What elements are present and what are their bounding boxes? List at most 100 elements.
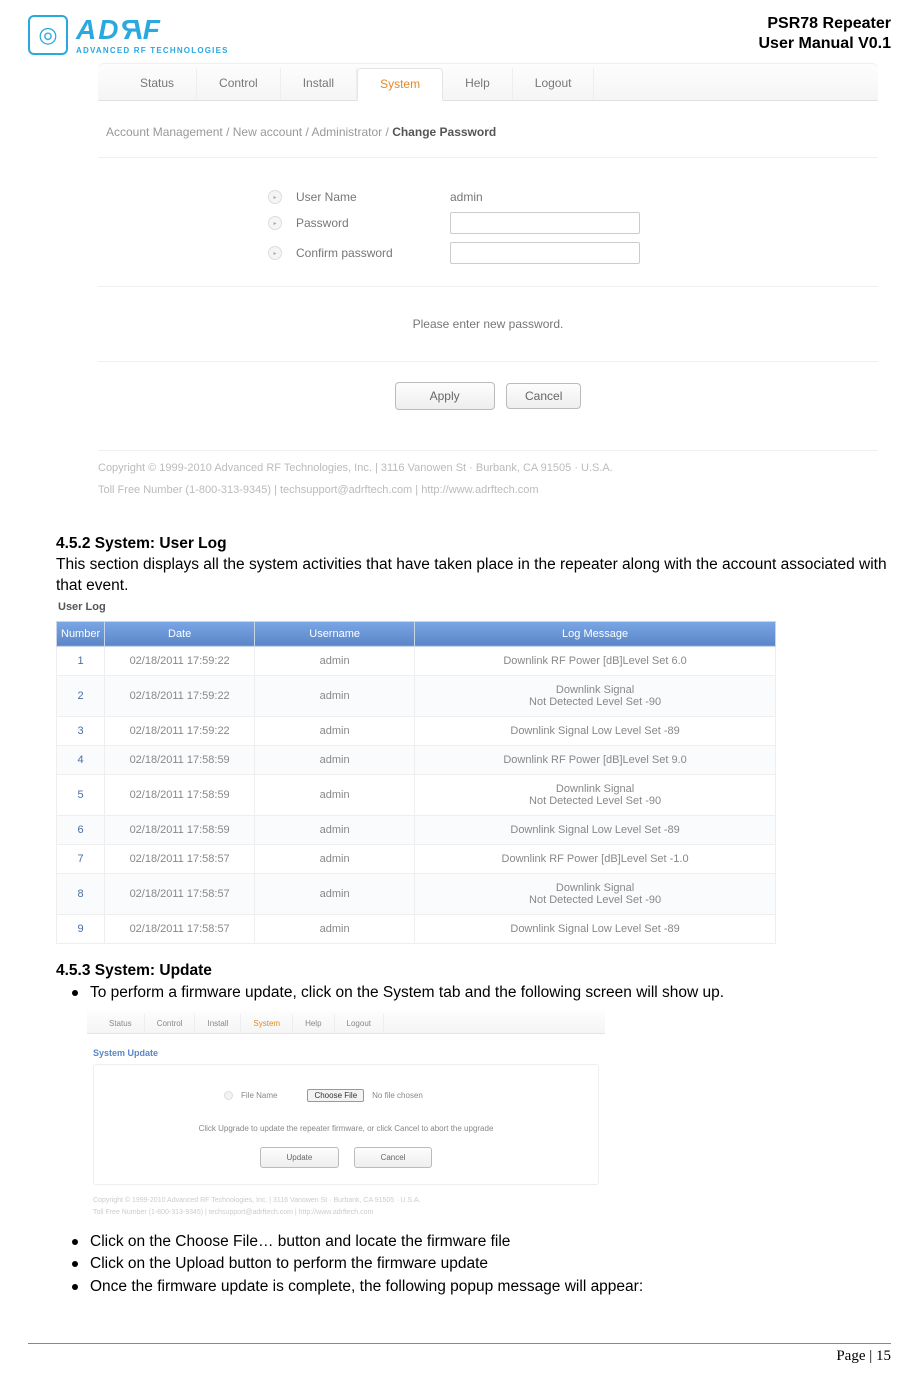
password-form: ▸ User Name admin ▸ Password ▸ Confirm p…: [98, 158, 878, 287]
cell-logmessage: Downlink SignalNot Detected Level Set -9…: [415, 774, 776, 815]
bullet-icon: ▸: [268, 216, 282, 230]
tab-control[interactable]: Control: [145, 1014, 196, 1033]
bullet-icon: [72, 1239, 78, 1245]
cell-logmessage: Downlink RF Power [dB]Level Set -1.0: [415, 844, 776, 873]
cancel-button[interactable]: Cancel: [354, 1147, 433, 1168]
copyright-footer: Copyright © 1999-2010 Advanced RF Techno…: [98, 450, 878, 507]
cell-date: 02/18/2011 17:58:59: [105, 745, 255, 774]
table-row: 802/18/2011 17:58:57adminDownlink Signal…: [57, 873, 776, 914]
cell-number: 2: [57, 675, 105, 716]
section-body-452: This section displays all the system act…: [56, 555, 891, 597]
page-header: ◎ ADRF ADVANCED RF TECHNOLOGIES PSR78 Re…: [28, 14, 891, 55]
bullet-item: Click on the Choose File… button and loc…: [72, 1231, 891, 1253]
cell-logmessage: Downlink RF Power [dB]Level Set 6.0: [415, 646, 776, 675]
system-update-title: System Update: [87, 1034, 605, 1064]
document-title: PSR78 Repeater User Manual V0.1: [759, 14, 892, 54]
update-instruction: Click Upgrade to update the repeater fir…: [114, 1124, 578, 1133]
password-input[interactable]: [450, 212, 640, 234]
cell-number: 1: [57, 646, 105, 675]
col-date: Date: [105, 621, 255, 646]
cell-number: 7: [57, 844, 105, 873]
table-row: 302/18/2011 17:59:22adminDownlink Signal…: [57, 716, 776, 745]
button-row: Apply Cancel: [98, 362, 878, 450]
confirm-password-input[interactable]: [450, 242, 640, 264]
page-number: Page | 15: [0, 1348, 919, 1365]
cell-username: admin: [255, 774, 415, 815]
cell-date: 02/18/2011 17:58:59: [105, 774, 255, 815]
cell-date: 02/18/2011 17:58:57: [105, 873, 255, 914]
cell-date: 02/18/2011 17:59:22: [105, 675, 255, 716]
apply-button[interactable]: Apply: [395, 382, 495, 410]
bullet-icon: [72, 1284, 78, 1290]
cell-logmessage: Downlink SignalNot Detected Level Set -9…: [415, 873, 776, 914]
cell-username: admin: [255, 745, 415, 774]
bullet-icon: ▸: [268, 246, 282, 260]
tab-control[interactable]: Control: [197, 68, 281, 100]
tab-logout[interactable]: Logout: [513, 68, 595, 100]
logo-text-sub: ADVANCED RF TECHNOLOGIES: [76, 46, 229, 55]
tab-logout[interactable]: Logout: [335, 1014, 384, 1033]
cell-number: 5: [57, 774, 105, 815]
update-panel: File Name Choose File No file chosen Cli…: [93, 1064, 599, 1185]
tab-help[interactable]: Help: [443, 68, 513, 100]
cell-logmessage: Downlink SignalNot Detected Level Set -9…: [415, 675, 776, 716]
cancel-button[interactable]: Cancel: [506, 383, 581, 409]
col-logmessage: Log Message: [415, 621, 776, 646]
tab-system[interactable]: System: [241, 1014, 293, 1033]
cell-logmessage: Downlink RF Power [dB]Level Set 9.0: [415, 745, 776, 774]
screenshot-system-update: Status Control Install System Help Logou…: [86, 1010, 606, 1225]
bullet-icon: [72, 1261, 78, 1267]
logo-icon: ◎: [28, 15, 68, 55]
cell-date: 02/18/2011 17:58:57: [105, 914, 255, 943]
table-row: 102/18/2011 17:59:22adminDownlink RF Pow…: [57, 646, 776, 675]
cell-number: 8: [57, 873, 105, 914]
col-number: Number: [57, 621, 105, 646]
bullet-icon: [224, 1091, 233, 1100]
cell-date: 02/18/2011 17:59:22: [105, 716, 255, 745]
footer-rule: [28, 1343, 891, 1344]
tab-status[interactable]: Status: [118, 68, 197, 100]
confirm-password-label: Confirm password: [296, 246, 436, 260]
table-row: 502/18/2011 17:58:59adminDownlink Signal…: [57, 774, 776, 815]
cell-username: admin: [255, 914, 415, 943]
section-head-452: 4.5.2 System: User Log: [56, 535, 891, 553]
bullet-icon: ▸: [268, 190, 282, 204]
bullet-item: Once the firmware update is complete, th…: [72, 1276, 891, 1298]
tab-install[interactable]: Install: [281, 68, 357, 100]
cell-logmessage: Downlink Signal Low Level Set -89: [415, 716, 776, 745]
username-value: admin: [450, 190, 483, 204]
form-message: Please enter new password.: [98, 287, 878, 362]
update-button[interactable]: Update: [260, 1147, 340, 1168]
bullet-item: To perform a firmware update, click on t…: [72, 982, 891, 1004]
tab-status[interactable]: Status: [97, 1014, 145, 1033]
col-username: Username: [255, 621, 415, 646]
bullet-item: Click on the Upload button to perform th…: [72, 1253, 891, 1275]
table-row: 602/18/2011 17:58:59adminDownlink Signal…: [57, 815, 776, 844]
tabs-bar: Status Control Install System Help Logou…: [98, 63, 878, 101]
password-label: Password: [296, 216, 436, 230]
breadcrumb: Account Management / New account / Admin…: [98, 101, 878, 158]
username-label: User Name: [296, 190, 436, 204]
tab-help[interactable]: Help: [293, 1014, 334, 1033]
table-row: 402/18/2011 17:58:59adminDownlink RF Pow…: [57, 745, 776, 774]
choose-file-button[interactable]: Choose File: [307, 1089, 364, 1102]
table-row: 702/18/2011 17:58:57adminDownlink RF Pow…: [57, 844, 776, 873]
logo-block: ◎ ADRF ADVANCED RF TECHNOLOGIES: [28, 14, 229, 55]
table-row: 202/18/2011 17:59:22adminDownlink Signal…: [57, 675, 776, 716]
cell-number: 9: [57, 914, 105, 943]
cell-logmessage: Downlink Signal Low Level Set -89: [415, 815, 776, 844]
cell-username: admin: [255, 646, 415, 675]
cell-date: 02/18/2011 17:59:22: [105, 646, 255, 675]
screenshot-change-password: Status Control Install System Help Logou…: [98, 63, 878, 507]
copyright-footer-small: Copyright © 1999-2010 Advanced RF Techno…: [87, 1185, 605, 1224]
cell-username: admin: [255, 675, 415, 716]
cell-date: 02/18/2011 17:58:59: [105, 815, 255, 844]
tab-system[interactable]: System: [357, 68, 443, 101]
userlog-caption: User Log: [56, 599, 891, 617]
cell-username: admin: [255, 844, 415, 873]
cell-date: 02/18/2011 17:58:57: [105, 844, 255, 873]
no-file-text: No file chosen: [372, 1091, 423, 1100]
cell-logmessage: Downlink Signal Low Level Set -89: [415, 914, 776, 943]
tabs-bar-small: Status Control Install System Help Logou…: [87, 1011, 605, 1034]
tab-install[interactable]: Install: [195, 1014, 241, 1033]
